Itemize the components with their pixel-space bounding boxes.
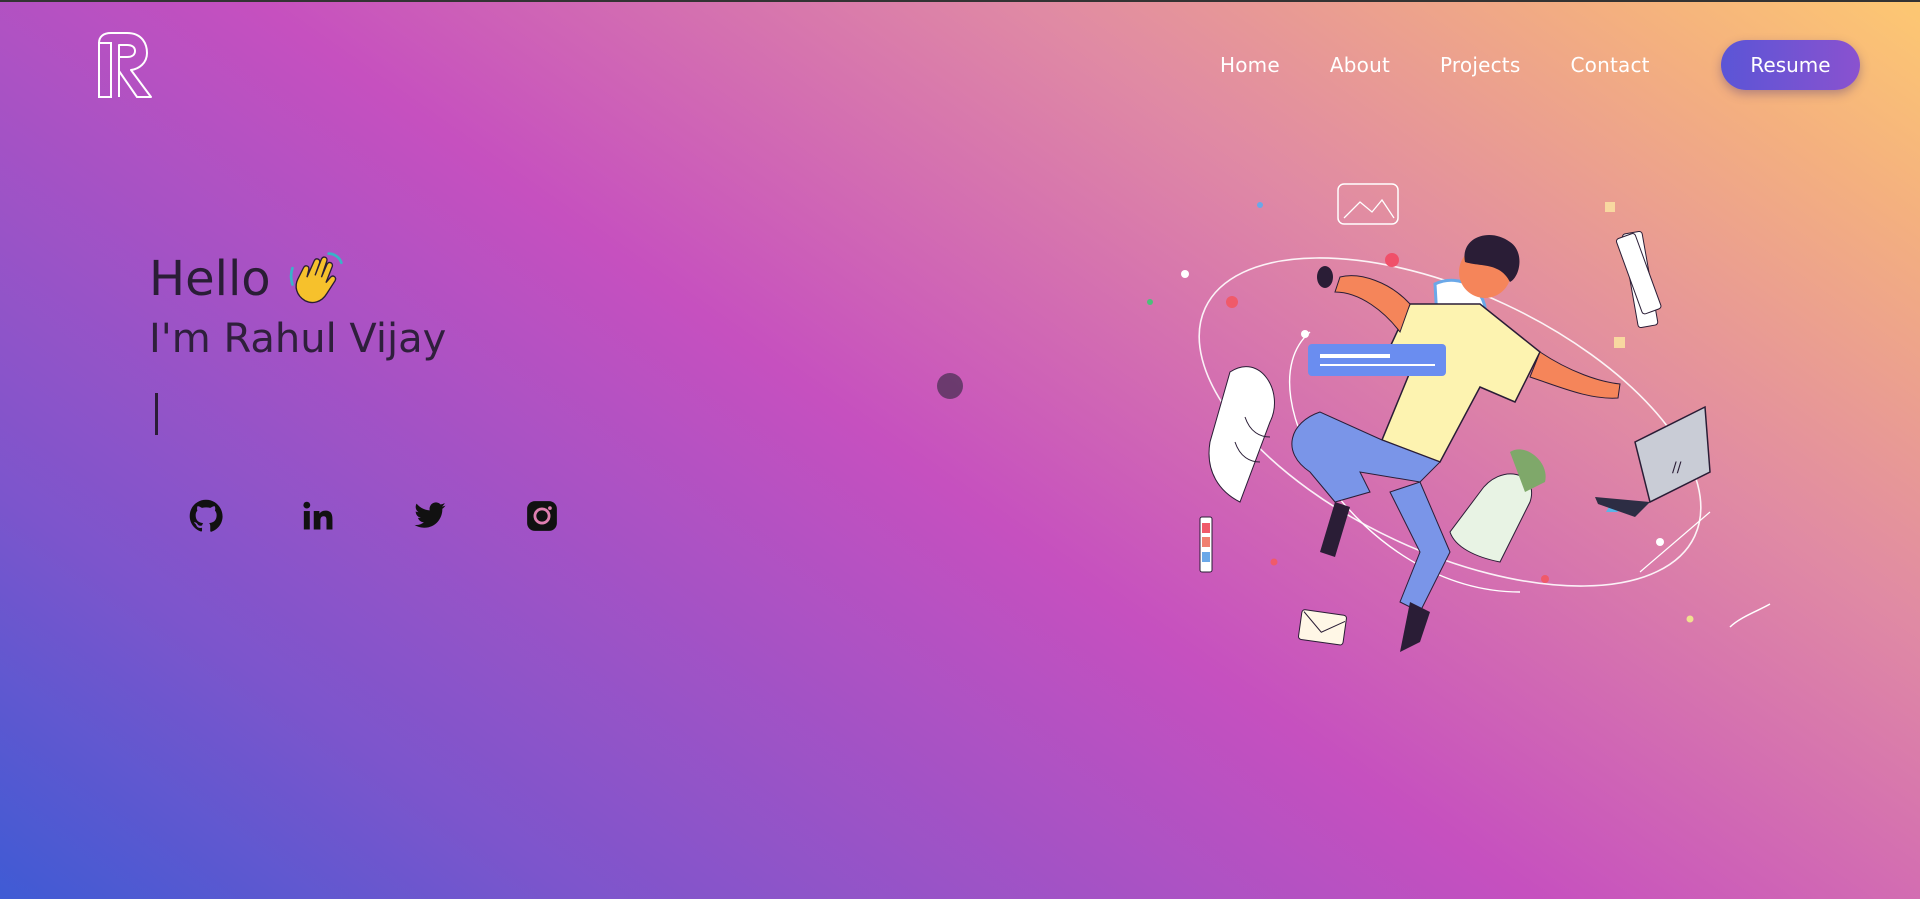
social-links	[186, 496, 634, 536]
resume-button[interactable]: Resume	[1721, 40, 1860, 90]
linkedin-link[interactable]	[298, 496, 338, 536]
main-nav: Home About Projects Contact	[1200, 40, 1700, 90]
hero-name: I'm Rahul Vijay	[149, 316, 447, 362]
nav-projects-link[interactable]: Projects	[1440, 53, 1520, 77]
instagram-link[interactable]	[522, 496, 562, 536]
github-icon	[189, 499, 223, 532]
github-link[interactable]	[186, 496, 226, 536]
twitter-icon	[414, 502, 446, 528]
nav-about-link[interactable]: About	[1330, 53, 1390, 77]
developer-illustration: //	[1147, 183, 1771, 652]
nav-contact-link[interactable]: Contact	[1570, 53, 1649, 77]
nav-home-link[interactable]: Home	[1220, 53, 1280, 77]
twitter-link[interactable]	[410, 496, 450, 536]
instagram-icon	[527, 501, 557, 531]
hero-greeting: Hello	[149, 250, 345, 308]
top-border	[0, 0, 1920, 2]
linkedin-icon	[303, 501, 333, 530]
typing-caret	[155, 393, 158, 435]
svg-text://: //	[1672, 460, 1682, 476]
logo-icon[interactable]	[97, 31, 157, 99]
waving-hand-icon	[289, 252, 343, 304]
greeting-text: Hello	[149, 251, 271, 307]
custom-cursor	[937, 373, 963, 399]
